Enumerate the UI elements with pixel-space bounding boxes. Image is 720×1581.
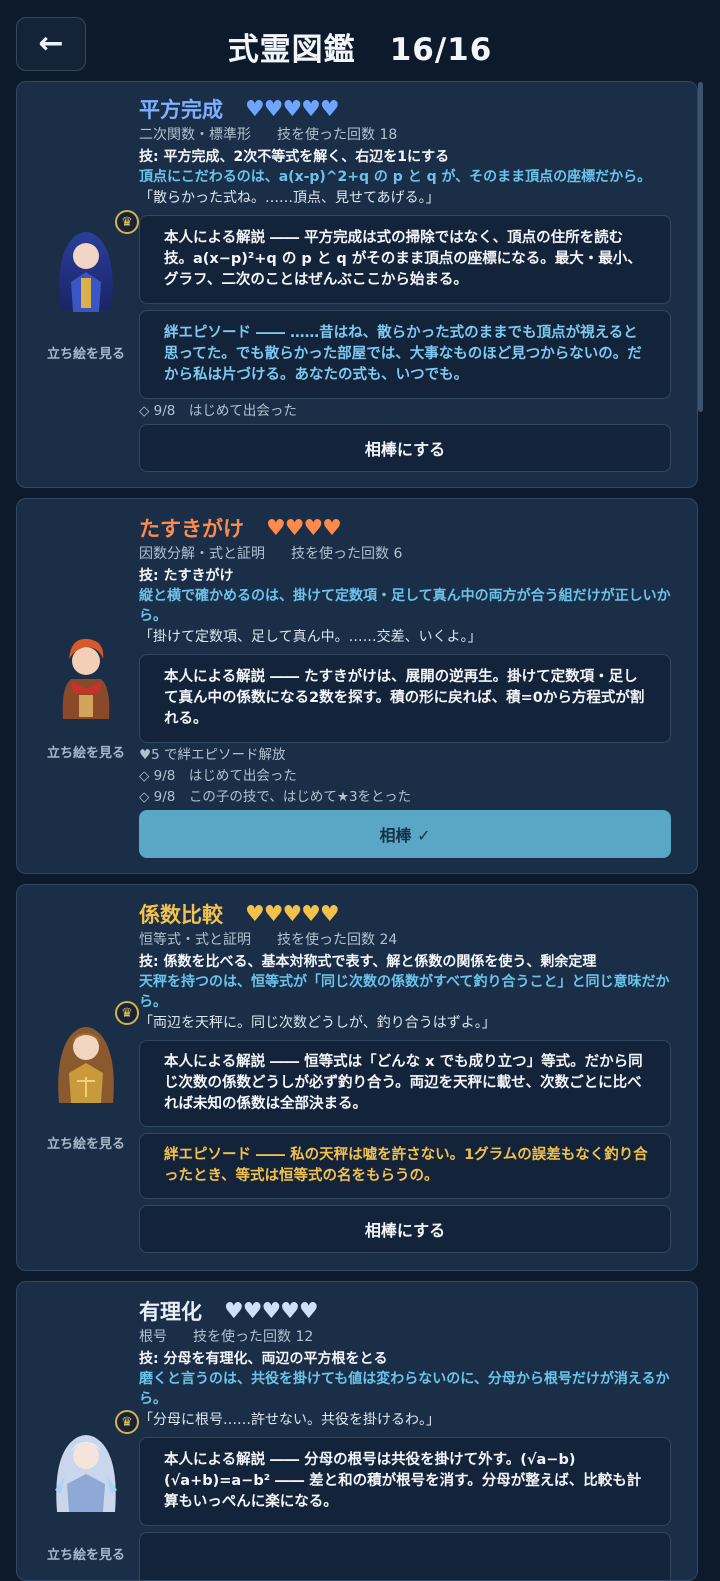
- bond-episode-box: 絆エピソード ―― ……昔はね、散らかった式のままでも頂点が視えると思ってた。で…: [139, 310, 671, 399]
- character-meta: 因数分解・式と証明 技を使った回数 6: [139, 543, 671, 563]
- skill-text: 技: 平方完成、2次不等式を解く、右辺を1にする: [139, 149, 450, 165]
- view-portrait-link[interactable]: 立ち絵を見る: [17, 1544, 155, 1563]
- crown-icon: ♛: [115, 210, 139, 234]
- character-name: たすきがけ: [139, 517, 244, 541]
- name-row: 有理化 ♥♥♥♥♥: [139, 1294, 671, 1328]
- character-portrait[interactable]: ♛: [41, 1001, 139, 1106]
- heart-icons: ♥♥♥♥♥: [245, 96, 340, 122]
- set-partner-button[interactable]: 相棒にする: [139, 1205, 671, 1253]
- character-portrait[interactable]: ♛: [41, 1410, 139, 1515]
- character-card: ♛ 立ち絵を見る 平方完成 ♥♥♥♥♥ 二次関数・標準形 技を使った回数 18 技…: [16, 81, 698, 488]
- character-card: ♛ 立ち絵を見る 係数比較 ♥♥♥♥♥ 恒等式・式と証明 技を使った回数 24 技…: [16, 884, 698, 1271]
- character-name: 平方完成: [139, 98, 223, 122]
- quote-text: 「散らかった式ね。……頂点、見せてあげる。」: [139, 190, 440, 206]
- category: 因数分解・式と証明: [139, 546, 265, 562]
- view-portrait-link[interactable]: 立ち絵を見る: [17, 742, 155, 761]
- category: 二次関数・標準形: [139, 127, 251, 143]
- memory-note: ◇ 9/8 はじめて出会った: [139, 403, 297, 419]
- set-partner-button[interactable]: 相棒にする: [139, 424, 671, 472]
- use-count: 技を使った回数 12: [193, 1329, 314, 1345]
- view-portrait-link[interactable]: 立ち絵を見る: [17, 343, 155, 362]
- explanation-box: 本人による解説 ―― たすきがけは、展開の逆再生。掛けて定数項・足して真ん中の係…: [139, 654, 671, 743]
- use-count: 技を使った回数 24: [277, 932, 398, 948]
- bond-episode-box: 絆エピソード ―― 私の天秤は嘘を許さない。1グラムの誤差もなく釣り合ったとき、…: [139, 1133, 671, 1199]
- category: 恒等式・式と証明: [139, 932, 251, 948]
- use-count: 技を使った回数 18: [277, 127, 398, 143]
- character-portrait[interactable]: [41, 627, 131, 722]
- name-row: たすきがけ ♥♥♥♥: [139, 511, 671, 545]
- quote-text: 「掛けて定数項、足して真ん中。……交差、いくよ。」: [139, 629, 482, 645]
- reason-text: 天秤を持つのは、恒等式が「同じ次数の係数がすべて釣り合うこと」と同じ意味だから。: [139, 974, 670, 1010]
- card-content: 有理化 ♥♥♥♥♥ 根号 技を使った回数 12 技: 分母を有理化、両辺の平方根を…: [139, 1294, 671, 1580]
- skill-text: 技: 係数を比べる、基本対称式で表す、解と係数の関係を使う、剰余定理: [139, 954, 597, 970]
- heart-icons: ♥♥♥♥♥: [245, 901, 340, 927]
- explanation-box: 本人による解説 ―― 恒等式は「どんな x でも成り立つ」等式。だから同じ次数の…: [139, 1040, 671, 1127]
- explanation-box: 本人による解説 ―― 分母の根号は共役を掛けて外す。(√a−b)(√a+b)=a…: [139, 1437, 671, 1526]
- character-name: 係数比較: [139, 903, 223, 927]
- name-row: 平方完成 ♥♥♥♥♥: [139, 92, 671, 126]
- character-meta: 恒等式・式と証明 技を使った回数 24: [139, 929, 671, 949]
- memory-note: ◇ 9/8 はじめて出会った: [139, 768, 297, 784]
- page-title: 式霊図鑑 16/16: [0, 24, 720, 69]
- card-content: 係数比較 ♥♥♥♥♥ 恒等式・式と証明 技を使った回数 24 技: 係数を比べる、…: [139, 897, 671, 1253]
- character-card: ♛ 立ち絵を見る 有理化 ♥♥♥♥♥ 根号 技を使った回数 12 技: 分母を有理…: [16, 1281, 698, 1581]
- view-portrait-link[interactable]: 立ち絵を見る: [17, 1133, 155, 1152]
- crown-icon: ♛: [115, 1001, 139, 1025]
- header: ← 式霊図鑑 16/16: [0, 0, 720, 82]
- reason-text: 磨くと言うのは、共役を掛けても値は変わらないのに、分母から根号だけが消えるから。: [139, 1371, 670, 1407]
- character-portrait[interactable]: ♛: [41, 210, 139, 315]
- quote-text: 「両辺を天秤に。同じ次数どうしが、釣り合うはずよ。」: [139, 1015, 496, 1031]
- reason-text: 縦と横で確かめるのは、掛けて定数項・足して真ん中の両方が合う組だけが正しいから。: [139, 588, 671, 624]
- bond-episode-box: [139, 1532, 671, 1580]
- character-meta: 根号 技を使った回数 12: [139, 1326, 671, 1346]
- card-content: たすきがけ ♥♥♥♥ 因数分解・式と証明 技を使った回数 6 技: たすきがけ 縦…: [139, 511, 671, 858]
- category: 根号: [139, 1329, 167, 1345]
- character-name: 有理化: [139, 1300, 202, 1324]
- quote-text: 「分母に根号……許せない。共役を掛けるわ。」: [139, 1412, 440, 1428]
- skill-text: 技: 分母を有理化、両辺の平方根をとる: [139, 1351, 388, 1367]
- character-card: 立ち絵を見る たすきがけ ♥♥♥♥ 因数分解・式と証明 技を使った回数 6 技: …: [16, 498, 698, 874]
- reason-text: 頂点にこだわるのは、a(x-p)^2+q の p と q が、そのまま頂点の座標…: [139, 169, 652, 185]
- bond-unlock-note: ♥5 で絆エピソード解放: [139, 747, 286, 763]
- character-meta: 二次関数・標準形 技を使った回数 18: [139, 124, 671, 144]
- heart-icons: ♥♥♥♥: [266, 515, 342, 541]
- explanation-box: 本人による解説 ―― 平方完成は式の掃除ではなく、頂点の住所を読む技。a(x−p…: [139, 215, 671, 304]
- skill-text: 技: たすきがけ: [139, 568, 234, 584]
- collection-count: 16/16: [389, 32, 493, 68]
- scrollbar[interactable]: [698, 82, 703, 412]
- card-content: 平方完成 ♥♥♥♥♥ 二次関数・標準形 技を使った回数 18 技: 平方完成、2次…: [139, 92, 671, 472]
- title-text: 式霊図鑑: [227, 32, 356, 68]
- heart-icons: ♥♥♥♥♥: [224, 1298, 319, 1324]
- memory-note: ◇ 9/8 この子の技で、はじめて★3をとった: [139, 789, 412, 805]
- partner-set-button[interactable]: 相棒 ✓: [139, 810, 671, 858]
- crown-icon: ♛: [115, 1410, 139, 1434]
- name-row: 係数比較 ♥♥♥♥♥: [139, 897, 671, 931]
- use-count: 技を使った回数 6: [291, 546, 403, 562]
